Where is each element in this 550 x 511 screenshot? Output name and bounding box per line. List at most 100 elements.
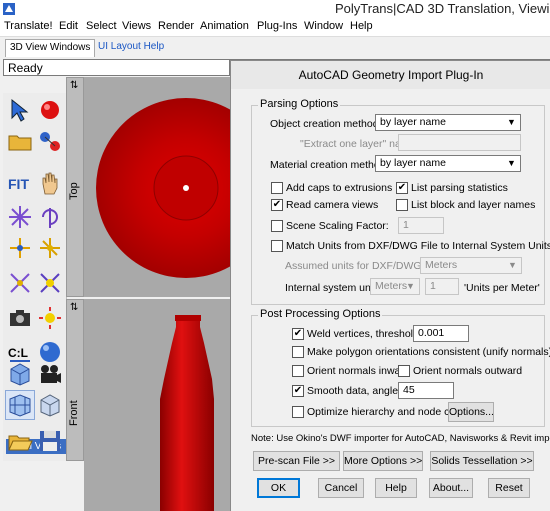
top-view-render (96, 98, 230, 278)
post-processing-title: Post Processing Options (258, 308, 383, 320)
import-dialog: AutoCAD Geometry Import Plug-In Parsing … (230, 60, 550, 511)
more-options-button[interactable]: More Options >> (343, 451, 423, 471)
wire-cube-icon (40, 394, 60, 417)
select-arrow-button[interactable] (5, 95, 35, 125)
scene-scaling-checkbox[interactable] (271, 220, 283, 232)
floppy-icon (40, 431, 60, 451)
object-creation-label: Object creation method: (270, 118, 382, 130)
internal-units-select[interactable]: Meters ▼ (370, 278, 420, 295)
list-parsing-label: List parsing statistics (411, 182, 508, 194)
menu-render[interactable]: Render (158, 20, 194, 32)
scale-axis-button[interactable] (35, 268, 65, 298)
smooth-angle-input[interactable]: 45 (398, 382, 454, 399)
hand-icon (42, 172, 58, 195)
move-button[interactable] (5, 233, 35, 263)
top-view-sidebar: ⇅ Top (66, 77, 84, 297)
units-per-meter-label: 'Units per Meter' (464, 282, 540, 294)
scale-button[interactable] (5, 268, 35, 298)
dwf-note: Note: Use Okino's DWF importer for AutoC… (251, 433, 550, 444)
orient-inward-checkbox[interactable] (292, 365, 304, 377)
weld-threshold-input[interactable]: 0.001 (413, 325, 469, 342)
list-block-checkbox[interactable] (396, 199, 408, 211)
pan-hand-button[interactable] (35, 168, 65, 198)
menu-select[interactable]: Select (86, 20, 117, 32)
dialog-title: AutoCAD Geometry Import Plug-In (231, 61, 550, 89)
internal-units-value: Meters (375, 280, 408, 292)
camera-button[interactable] (5, 303, 35, 333)
arrow-pointer-icon (11, 98, 29, 122)
smooth-data-checkbox[interactable] (292, 385, 304, 397)
prescan-file-button[interactable]: Pre-scan File >> (253, 451, 340, 471)
object-creation-select[interactable]: by layer name ▼ (375, 114, 521, 131)
four-view-button[interactable] (5, 390, 35, 420)
menu-edit[interactable]: Edit (59, 20, 78, 32)
window-title: PolyTrans|CAD 3D Translation, Viewin (335, 1, 550, 16)
weld-vertices-label: Weld vertices, threshold = (307, 328, 428, 340)
svg-text:FIT: FIT (8, 176, 29, 192)
front-view-render (160, 315, 214, 511)
cancel-button[interactable]: Cancel (318, 478, 364, 498)
film-camera-button[interactable] (35, 359, 65, 389)
light-icon (39, 307, 61, 329)
weld-vertices-checkbox[interactable] (292, 328, 304, 340)
rotate-xyz-button[interactable] (5, 202, 35, 232)
rotate-axis-button[interactable] (35, 202, 65, 232)
orient-outward-label: Orient normals outward (413, 365, 523, 377)
open-file-button[interactable] (5, 426, 35, 456)
ok-button[interactable]: OK (257, 478, 300, 498)
menu-animation[interactable]: Animation (200, 20, 249, 32)
tool-palette: FIT C:L Multi Views (3, 93, 67, 461)
open-folder-button[interactable] (5, 126, 35, 156)
link-objects-button[interactable] (35, 126, 65, 156)
tab-ui-layout-help[interactable]: UI Layout Help (94, 39, 168, 57)
read-camera-checkbox[interactable] (271, 199, 283, 211)
menu-views[interactable]: Views (122, 20, 151, 32)
match-units-checkbox[interactable] (271, 240, 283, 252)
view-tabs: 3D View Windows UI Layout Help (0, 37, 550, 58)
orient-inward-label: Orient normals inward (307, 365, 410, 377)
help-button[interactable]: Help (375, 478, 417, 498)
red-sphere-icon (41, 101, 59, 119)
move-arrows-icon (10, 238, 30, 258)
tab-3d-view-windows[interactable]: 3D View Windows (5, 39, 96, 57)
menu-window[interactable]: Window (304, 20, 343, 32)
save-button[interactable] (35, 426, 65, 456)
polygon-orientation-checkbox[interactable] (292, 346, 304, 358)
assumed-units-value: Meters (425, 259, 458, 271)
scene-scaling-input[interactable]: 1 (398, 217, 444, 234)
single-view-button[interactable] (5, 359, 35, 389)
material-creation-select[interactable]: by layer name ▼ (375, 155, 521, 172)
front-viewport[interactable] (84, 299, 230, 511)
assumed-units-select[interactable]: Meters ▼ (420, 257, 522, 274)
solids-tessellation-button[interactable]: Solids Tessellation >> (430, 451, 534, 471)
menu-bar: Translate! Edit Select Views Render Anim… (0, 17, 550, 37)
extract-layer-input[interactable] (398, 134, 521, 151)
match-units-label: Match Units from DXF/DWG File to Interna… (286, 240, 550, 252)
about-button[interactable]: About... (429, 478, 473, 498)
chevron-down-icon: ▼ (507, 117, 516, 127)
list-block-label: List block and layer names (411, 199, 536, 211)
read-camera-label: Read camera views (286, 199, 379, 211)
menu-plugins[interactable]: Plug-Ins (257, 20, 297, 32)
internal-units-number[interactable]: 1 (425, 278, 459, 295)
menu-translate[interactable]: Translate! (4, 20, 53, 32)
scene-scaling-label: Scene Scaling Factor: (286, 220, 389, 232)
options-button[interactable]: Options... (448, 402, 494, 422)
list-parsing-checkbox[interactable] (396, 182, 408, 194)
light-button[interactable] (35, 303, 65, 333)
wire-cube-button[interactable] (35, 390, 65, 420)
scale-arrows-icon (10, 273, 30, 293)
reset-button[interactable]: Reset (488, 478, 530, 498)
optimize-hierarchy-checkbox[interactable] (292, 406, 304, 418)
chevron-down-icon: ▼ (507, 158, 516, 168)
scale-star-icon (40, 273, 60, 293)
select-object-button[interactable] (35, 95, 65, 125)
top-view-label: Top (68, 182, 80, 200)
top-viewport[interactable] (84, 77, 230, 297)
move-axis-button[interactable] (35, 233, 65, 263)
orient-outward-checkbox[interactable] (398, 365, 410, 377)
menu-help[interactable]: Help (350, 20, 373, 32)
polygon-orientation-label: Make polygon orientations consistent (un… (307, 346, 550, 358)
add-caps-checkbox[interactable] (271, 182, 283, 194)
fit-view-button[interactable]: FIT (5, 168, 35, 198)
